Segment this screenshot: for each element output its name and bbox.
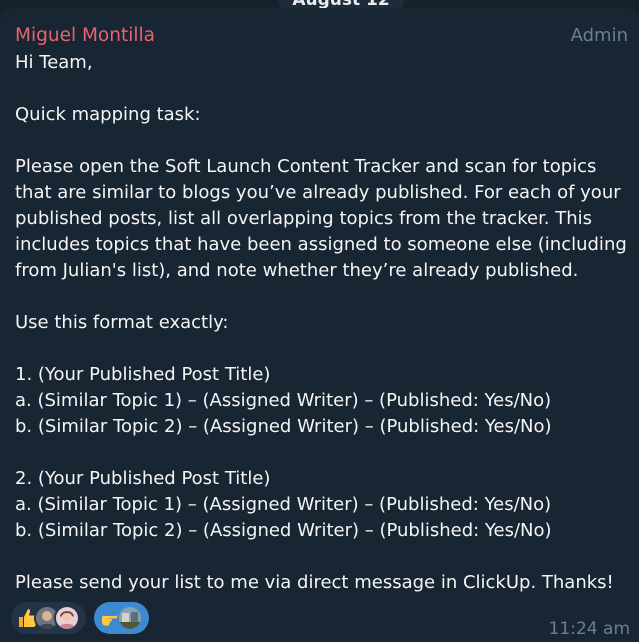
reactor-avatar — [54, 605, 80, 631]
message-line — [15, 284, 630, 310]
message-timestamp: 11:24 am — [548, 619, 630, 639]
reactions-bar — [11, 602, 149, 634]
message-line: b. (Similar Topic 2) – (Assigned Writer)… — [15, 520, 552, 541]
message-bubble[interactable]: Miguel Montilla Admin Hi Team, Quick map… — [0, 8, 639, 642]
message-line — [15, 544, 630, 570]
message-line: 1. (Your Published Post Title) — [15, 364, 271, 385]
message-line: that are similar to blogs you’ve already… — [15, 182, 621, 203]
message-line: Quick mapping task: — [15, 104, 201, 125]
message-line: Please send your list to me via direct m… — [15, 572, 614, 593]
message-line: published posts, list all overlapping to… — [15, 208, 593, 229]
message-line: includes topics that have been assigned … — [15, 234, 627, 255]
message-line — [15, 440, 630, 466]
message-line: a. (Similar Topic 1) – (Assigned Writer)… — [15, 390, 552, 411]
reaction-thumbs-up[interactable] — [11, 602, 86, 634]
message-text: Hi Team, Quick mapping task: Please open… — [15, 50, 630, 596]
reactor-avatar — [117, 605, 143, 631]
message-line: Hi Team, — [15, 52, 93, 73]
message-line — [15, 76, 630, 102]
reaction-pointing-hand[interactable] — [94, 602, 149, 634]
sender-name[interactable]: Miguel Montilla — [15, 24, 155, 48]
message-line: Please open the Soft Launch Content Trac… — [15, 156, 597, 177]
message-line — [15, 128, 630, 154]
admin-badge: Admin — [570, 25, 628, 46]
message-line: a. (Similar Topic 1) – (Assigned Writer)… — [15, 494, 552, 515]
message-line: Use this format exactly: — [15, 312, 229, 333]
message-line: b. (Similar Topic 2) – (Assigned Writer)… — [15, 416, 552, 437]
message-line: 2. (Your Published Post Title) — [15, 468, 271, 489]
message-line — [15, 336, 630, 362]
message-line: from Julian's list), and note whether th… — [15, 260, 579, 281]
